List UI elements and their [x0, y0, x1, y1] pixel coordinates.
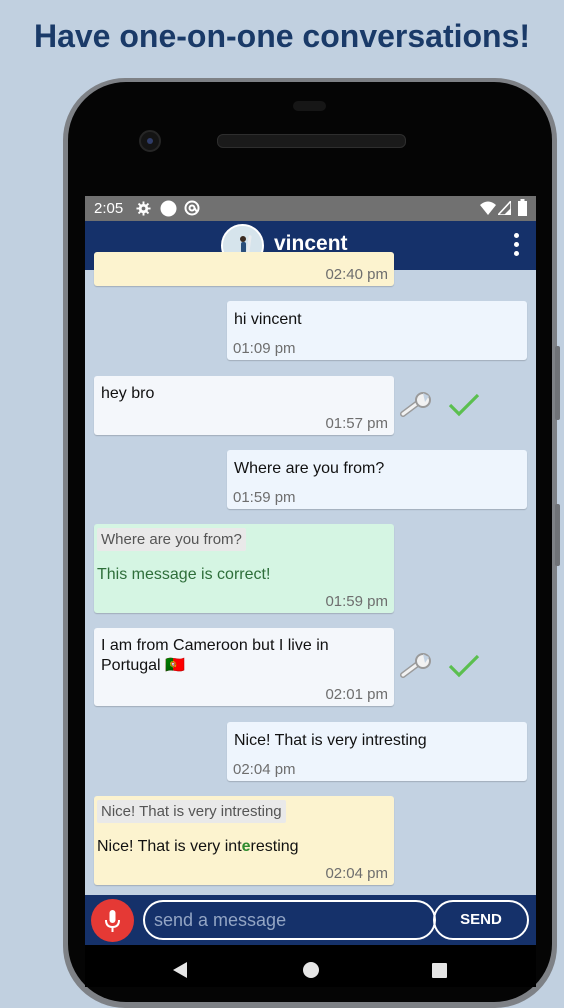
- message-time: 01:59 pm: [233, 489, 296, 506]
- checkmark-icon: [448, 393, 480, 417]
- at-sign-icon: [184, 200, 200, 216]
- back-icon[interactable]: [173, 962, 187, 978]
- message-text: I am from Cameroon but I live in Portuga…: [101, 637, 329, 674]
- message-bubble-incoming: 02:40 pm: [94, 252, 394, 286]
- message-input[interactable]: send a message: [143, 900, 436, 940]
- correction-text: Nice! That is very interesting: [97, 838, 299, 856]
- correction-text: This message is correct!: [97, 566, 271, 583]
- headline: Have one-on-one conversations!: [33, 18, 531, 54]
- settings-gear-icon: [136, 201, 151, 216]
- message-bubble-incoming: hey bro 01:57 pm: [94, 376, 394, 435]
- status-time: 2:05: [94, 200, 124, 217]
- message-input-bar: send a message SEND: [85, 895, 536, 945]
- earpiece-speaker: [217, 134, 406, 148]
- message-text: Nice! That is very intresting: [234, 732, 427, 749]
- recents-icon[interactable]: [432, 963, 447, 978]
- message-time: 02:04 pm: [325, 865, 388, 882]
- correction-text-after: resting: [250, 838, 299, 855]
- system-nav-bar: [85, 945, 536, 987]
- checkmark-icon: [448, 654, 480, 678]
- wifi-icon: [480, 201, 496, 215]
- message-time: 01:57 pm: [325, 415, 388, 432]
- front-sensor: [293, 101, 326, 111]
- front-camera: [139, 130, 161, 152]
- phone-screen: 2:05 vincent 02:40 pm hi vincent 01:09 p…: [85, 196, 536, 945]
- home-icon[interactable]: [303, 962, 319, 978]
- message-text: Where are you from?: [234, 460, 385, 477]
- battery-icon: [518, 199, 527, 216]
- status-bar: 2:05: [85, 196, 536, 221]
- message-time: 02:40 pm: [325, 266, 388, 283]
- wrench-icon[interactable]: [399, 653, 435, 681]
- message-bubble-outgoing: hi vincent 01:09 pm: [227, 301, 527, 360]
- message-text: hey bro: [101, 385, 155, 402]
- correction-bubble-corrected: Nice! That is very intresting Nice! That…: [94, 796, 394, 885]
- message-bubble-incoming: I am from Cameroon but I live in Portuga…: [94, 628, 394, 706]
- message-text: hi vincent: [234, 311, 302, 328]
- phone-side-button: [555, 504, 560, 566]
- circle-icon: [160, 200, 177, 217]
- correction-insertion: e: [241, 838, 251, 855]
- correction-text-before: Nice! That is very int: [97, 838, 242, 855]
- message-time: 01:59 pm: [325, 593, 388, 610]
- message-time: 01:09 pm: [233, 340, 296, 357]
- quoted-message: Nice! That is very intresting: [97, 800, 286, 823]
- more-vertical-icon[interactable]: [511, 233, 521, 259]
- microphone-icon: [105, 910, 120, 932]
- send-button[interactable]: SEND: [433, 900, 529, 940]
- microphone-button[interactable]: [91, 899, 134, 942]
- signal-icon: [498, 201, 511, 215]
- correction-bubble-correct: Where are you from? This message is corr…: [94, 524, 394, 613]
- message-bubble-outgoing: Where are you from? 01:59 pm: [227, 450, 527, 509]
- message-bubble-outgoing: Nice! That is very intresting 02:04 pm: [227, 722, 527, 781]
- message-time: 02:04 pm: [233, 761, 296, 778]
- phone-side-button: [555, 346, 560, 420]
- quoted-message: Where are you from?: [97, 528, 246, 551]
- wrench-icon[interactable]: [399, 392, 435, 420]
- message-time: 02:01 pm: [325, 686, 388, 703]
